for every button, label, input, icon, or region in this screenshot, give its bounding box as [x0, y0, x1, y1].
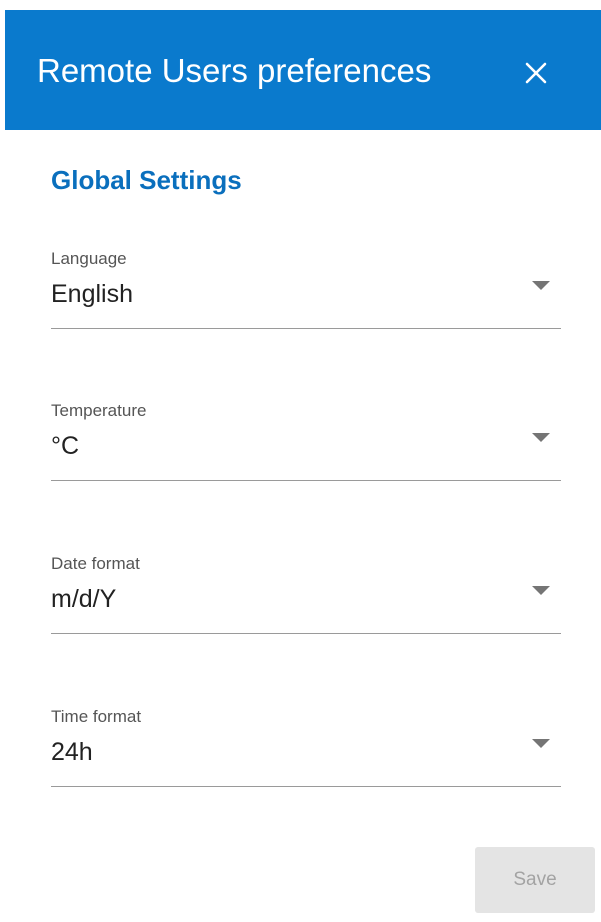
temperature-select[interactable]: Temperature °C — [51, 400, 561, 490]
language-label: Language — [51, 249, 127, 268]
date-format-label: Date format — [51, 554, 140, 573]
close-icon — [525, 62, 547, 84]
date-format-select[interactable]: Date format m/d/Y — [51, 553, 561, 643]
time-format-underline — [51, 786, 561, 787]
dialog-header: Remote Users preferences — [5, 10, 601, 130]
language-value: English — [51, 280, 133, 308]
temperature-value: °C — [51, 432, 80, 460]
time-format-value: 24h — [51, 738, 93, 766]
chevron-down-icon[interactable] — [531, 280, 551, 292]
temperature-label: Temperature — [51, 401, 147, 420]
chevron-down-icon[interactable] — [531, 585, 551, 597]
top-margin — [0, 0, 601, 10]
chevron-down-icon[interactable] — [531, 432, 551, 444]
close-button[interactable] — [519, 56, 553, 90]
save-button[interactable]: Save — [475, 847, 595, 913]
temperature-underline — [51, 480, 561, 481]
dialog-title: Remote Users preferences — [37, 52, 432, 89]
section-title: Global Settings — [51, 165, 242, 195]
date-format-value: m/d/Y — [51, 585, 117, 613]
language-underline — [51, 328, 561, 329]
time-format-label: Time format — [51, 707, 142, 726]
time-format-select[interactable]: Time format 24h — [51, 706, 561, 796]
date-format-underline — [51, 633, 561, 634]
language-select[interactable]: Language English — [51, 248, 561, 338]
chevron-down-icon[interactable] — [531, 738, 551, 750]
